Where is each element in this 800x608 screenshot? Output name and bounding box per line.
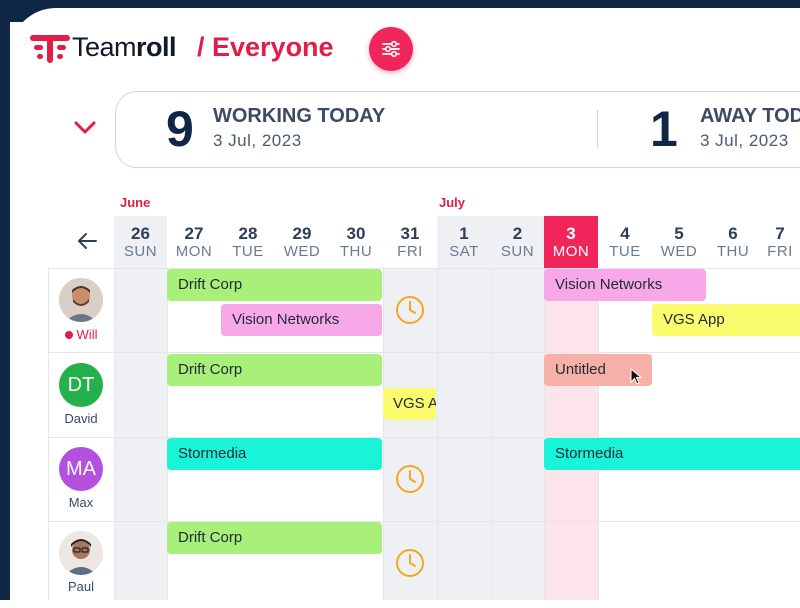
booking-bar[interactable]: Vision Networks <box>544 269 706 301</box>
clock-icon[interactable] <box>395 464 425 494</box>
booking-bar[interactable]: Vision Networks <box>221 304 382 336</box>
day-header[interactable]: 1 SAT <box>437 216 491 268</box>
grid-line <box>437 268 438 600</box>
person-name: Max <box>68 495 94 510</box>
day-header[interactable]: 31 FRI <box>383 216 437 268</box>
booking-bar[interactable]: Stormedia <box>167 438 382 470</box>
avatar[interactable]: MA <box>59 447 103 491</box>
person-name: David <box>64 411 98 426</box>
working-count: 9 <box>166 101 194 157</box>
booking-bar[interactable]: VGS App <box>383 388 436 420</box>
brand-name: Teamroll <box>72 32 177 62</box>
month-label-june: June <box>120 195 151 210</box>
day-header[interactable]: 4 TUE <box>598 216 652 268</box>
grid-line <box>48 352 800 353</box>
booking-bar[interactable]: Stormedia <box>544 438 800 470</box>
weekend-shade <box>114 216 167 600</box>
away-count: 1 <box>650 101 678 157</box>
grid-line <box>383 268 384 600</box>
chevron-down-icon[interactable] <box>72 117 98 137</box>
day-header[interactable]: 7 FRI <box>760 216 800 268</box>
stats-divider <box>597 110 598 148</box>
grid-line <box>48 521 800 522</box>
person-photo-icon <box>59 531 103 575</box>
sliders-icon <box>382 40 400 58</box>
day-header[interactable]: 6 THU <box>706 216 760 268</box>
avatar[interactable] <box>59 531 103 575</box>
day-header[interactable]: 29 WED <box>275 216 329 268</box>
avatar[interactable]: DT <box>59 363 103 407</box>
arrow-left-icon[interactable] <box>76 232 98 250</box>
grid-line <box>114 268 115 600</box>
clock-icon[interactable] <box>395 548 425 578</box>
day-header[interactable]: 2 SUN <box>491 216 544 268</box>
booking-bar[interactable]: VGS App <box>652 304 800 336</box>
page-title: / Everyone <box>197 32 334 62</box>
day-header[interactable]: 5 WED <box>652 216 706 268</box>
day-header[interactable]: 26 SUN <box>114 216 167 268</box>
day-header-today[interactable]: 3 MON <box>544 216 598 268</box>
person-name: Paul <box>67 579 95 594</box>
away-label: AWAY TODAY <box>700 105 800 127</box>
working-label: WORKING TODAY <box>213 105 386 127</box>
grid-line <box>491 268 492 600</box>
working-date: 3 Jul, 2023 <box>213 131 302 150</box>
mouse-cursor-icon <box>630 368 643 385</box>
filter-button[interactable] <box>369 27 413 71</box>
person-name: Will <box>48 327 114 342</box>
booking-bar[interactable]: Drift Corp <box>167 269 382 301</box>
booking-bar[interactable]: Drift Corp <box>167 522 382 554</box>
month-label-july: July <box>439 195 466 210</box>
away-date: 3 Jul, 2023 <box>700 131 789 150</box>
booking-bar[interactable]: Drift Corp <box>167 354 382 386</box>
day-header[interactable]: 30 THU <box>329 216 383 268</box>
today-column <box>544 268 598 600</box>
day-header[interactable]: 27 MON <box>167 216 221 268</box>
day-header[interactable]: 28 TUE <box>221 216 275 268</box>
grid-line <box>598 268 599 600</box>
away-status-dot <box>64 331 73 339</box>
avatar[interactable] <box>59 278 103 322</box>
teamroll-logo-icon <box>30 35 70 63</box>
grid-line <box>544 268 545 600</box>
clock-icon[interactable] <box>395 295 425 325</box>
grid-line <box>48 268 49 600</box>
stats-card <box>115 91 800 168</box>
person-photo-icon <box>59 278 103 322</box>
